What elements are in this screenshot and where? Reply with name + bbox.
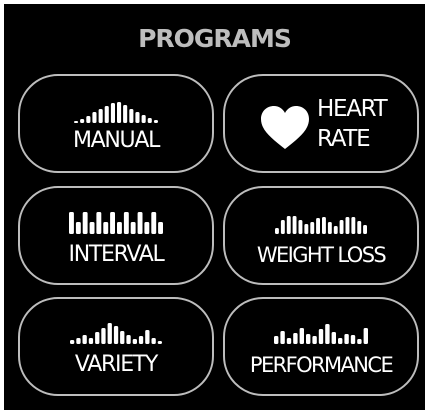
profile-bar <box>107 323 112 344</box>
profile-bar <box>130 222 136 234</box>
profile-bar <box>280 220 285 234</box>
profile-bar <box>325 324 330 344</box>
manual-label: MANUAL <box>72 128 160 153</box>
weight-loss-label: WEIGHT LOSS <box>256 243 387 267</box>
profile-bar <box>98 109 103 123</box>
performance-profile-icon <box>274 324 368 344</box>
programs-panel: PROGRAMS MANUAL HEART RATE INTERVAL WEIG… <box>4 4 425 410</box>
profile-bar <box>144 222 150 234</box>
profile-bar <box>357 339 362 344</box>
profile-bar <box>306 334 311 344</box>
interval-label: INTERVAL <box>68 242 165 267</box>
profile-bar <box>96 212 102 234</box>
profile-bar <box>350 335 356 344</box>
profile-bar <box>132 339 137 344</box>
profile-bar <box>312 336 317 344</box>
manual-program-button[interactable]: MANUAL <box>18 74 214 173</box>
profile-bar <box>157 341 162 344</box>
profile-bar <box>344 334 349 344</box>
profile-bar <box>286 216 291 234</box>
profile-bar <box>310 222 315 234</box>
profile-bar <box>280 331 285 344</box>
variety-label: VARIETY <box>74 352 158 377</box>
profile-bar <box>117 102 122 123</box>
profile-bar <box>138 336 144 344</box>
profile-bar <box>69 212 74 234</box>
profile-bar <box>74 121 79 123</box>
profile-bar <box>110 103 115 123</box>
profile-bar <box>293 333 298 344</box>
heart-rate-program-button[interactable]: HEART RATE <box>223 74 419 173</box>
manual-profile-icon <box>74 102 158 123</box>
profile-bar <box>76 338 81 344</box>
profile-bar <box>95 332 100 344</box>
profile-bar <box>151 212 157 234</box>
profile-bar <box>318 329 324 344</box>
profile-bar <box>153 120 158 123</box>
heart-rate-label-line1: HEART <box>317 96 388 122</box>
profile-bar <box>274 336 279 344</box>
profile-bar <box>80 119 85 123</box>
profile-bar <box>75 222 81 234</box>
profile-bar <box>141 115 146 123</box>
profile-bar <box>316 218 320 234</box>
interval-program-button[interactable]: INTERVAL <box>18 186 214 285</box>
variety-profile-icon <box>70 323 162 344</box>
profile-bar <box>275 228 279 234</box>
profile-bar <box>327 222 332 234</box>
weight-loss-profile-icon <box>275 216 367 234</box>
profile-bar <box>110 212 115 234</box>
weight-loss-program-button[interactable]: WEIGHT LOSS <box>223 186 419 285</box>
profile-bar <box>82 212 88 234</box>
profile-bar <box>86 116 91 123</box>
profile-bar <box>339 220 344 234</box>
heart-icon <box>261 106 309 149</box>
variety-program-button[interactable]: VARIETY <box>18 297 214 396</box>
profile-bar <box>351 217 356 234</box>
profile-bar <box>104 106 109 123</box>
profile-bar <box>129 109 134 123</box>
performance-label: PERFORMANCE <box>249 353 394 377</box>
profile-bar <box>103 222 109 234</box>
profile-bar <box>88 338 94 344</box>
profile-bar <box>113 326 119 344</box>
profile-bar <box>101 328 106 344</box>
profile-bar <box>158 222 163 234</box>
profile-bar <box>286 338 292 344</box>
profile-bar <box>82 335 87 344</box>
profile-bar <box>151 338 156 344</box>
profile-bar <box>120 331 125 344</box>
profile-bar <box>363 328 368 344</box>
profile-bar <box>345 217 350 234</box>
profile-bar <box>357 221 362 234</box>
interval-profile-icon <box>69 212 163 234</box>
profile-bar <box>123 212 129 234</box>
profile-bar <box>123 105 128 123</box>
profile-bar <box>117 222 122 234</box>
profile-bar <box>322 217 326 234</box>
profile-bar <box>70 340 75 344</box>
heart-rate-label-line2: RATE <box>317 126 371 152</box>
profile-bar <box>137 212 143 234</box>
profile-bar <box>363 225 367 234</box>
profile-bar <box>126 335 131 344</box>
profile-bar <box>147 118 152 123</box>
profile-bar <box>338 338 343 344</box>
profile-bar <box>298 220 303 234</box>
profile-bar <box>292 216 297 234</box>
profile-bar <box>92 112 97 123</box>
profile-bar <box>145 330 150 344</box>
profile-bar <box>299 328 304 344</box>
panel-title: PROGRAMS <box>138 24 292 53</box>
profile-bar <box>89 222 95 234</box>
profile-bar <box>304 224 309 234</box>
performance-program-button[interactable]: PERFORMANCE <box>223 297 419 396</box>
profile-bar <box>333 226 338 234</box>
profile-bar <box>135 112 140 123</box>
profile-bar <box>331 332 336 344</box>
